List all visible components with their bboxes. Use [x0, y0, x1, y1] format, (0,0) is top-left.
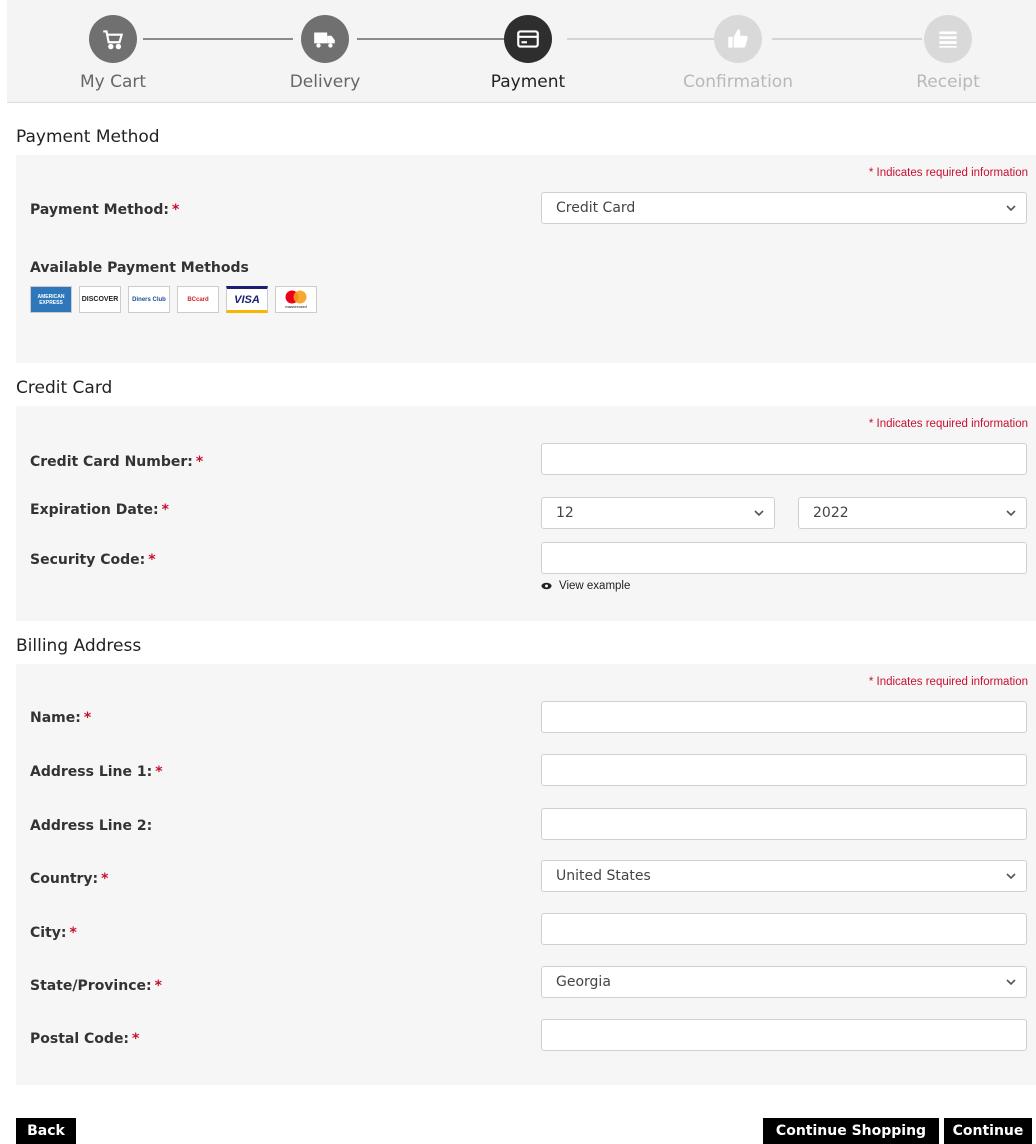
truck-icon [301, 15, 349, 63]
mastercard-circles-icon [285, 290, 307, 304]
chevron-down-icon [1006, 979, 1016, 986]
postal-code-input[interactable] [541, 1019, 1027, 1051]
list-icon [924, 15, 972, 63]
city-label: City: * [30, 925, 77, 941]
billing-address-panel: * Indicates required information Name: * … [16, 664, 1036, 1085]
thumbs-up-icon [714, 15, 762, 63]
state-province-select[interactable]: Georgia [541, 966, 1027, 998]
expiration-label: Expiration Date: * [30, 502, 169, 518]
mastercard-logo: mastercard [275, 286, 317, 313]
required-note: * Indicates required information [868, 676, 1028, 688]
available-methods-title: Available Payment Methods [30, 260, 249, 276]
chevron-down-icon [1006, 205, 1016, 212]
payment-method-label: Payment Method: * [30, 202, 180, 218]
section-title-payment-method: Payment Method [16, 127, 160, 147]
required-note: * Indicates required information [868, 167, 1028, 179]
continue-shopping-button[interactable]: Continue Shopping [763, 1118, 939, 1144]
city-input[interactable] [541, 913, 1027, 945]
required-note: * Indicates required information [868, 418, 1028, 430]
country-select[interactable]: United States [541, 860, 1027, 892]
step-label: Delivery [289, 72, 361, 92]
step-confirmation: Confirmation [658, 15, 818, 92]
step-my-cart[interactable]: My Cart [33, 15, 193, 92]
step-receipt: Receipt [868, 15, 1028, 92]
address-line-2-label: Address Line 2: [30, 818, 153, 834]
exp-year-select[interactable]: 2022 [798, 497, 1027, 529]
address-line-1-input[interactable] [541, 754, 1027, 786]
state-province-label: State/Province: * [30, 978, 162, 994]
continue-button[interactable]: Continue [944, 1118, 1032, 1144]
credit-card-icon [504, 15, 552, 63]
visa-logo: VISA [226, 286, 268, 313]
eye-icon [541, 582, 552, 590]
section-title-credit-card: Credit Card [16, 378, 113, 398]
discover-logo: DISCOVER [79, 286, 121, 313]
step-delivery[interactable]: Delivery [245, 15, 405, 92]
chevron-down-icon [754, 510, 764, 517]
bccard-logo: BCcard [177, 286, 219, 313]
payment-method-select[interactable]: Credit Card [541, 192, 1027, 224]
back-button[interactable]: Back [16, 1118, 76, 1144]
card-number-label: Credit Card Number: * [30, 454, 204, 470]
address-line-2-input[interactable] [541, 808, 1027, 840]
section-title-billing-address: Billing Address [16, 636, 142, 656]
address-line-1-label: Address Line 1: * [30, 764, 163, 780]
step-payment: Payment [448, 15, 608, 92]
step-label: Confirmation [683, 72, 793, 92]
country-label: Country: * [30, 871, 109, 887]
card-number-input[interactable] [541, 443, 1027, 475]
step-label: My Cart [79, 72, 147, 92]
step-label: Payment [490, 72, 566, 92]
cart-icon [89, 15, 137, 63]
postal-code-label: Postal Code: * [30, 1031, 140, 1047]
chevron-down-icon [1006, 873, 1016, 880]
amex-logo: AMERICAN EXPRESS [30, 286, 72, 313]
name-input[interactable] [541, 701, 1027, 733]
step-label: Receipt [916, 72, 980, 92]
exp-month-select[interactable]: 12 [541, 497, 775, 529]
checkout-stepper: My Cart Delivery Payment Confirmation Re… [7, 0, 1036, 103]
name-label: Name: * [30, 710, 92, 726]
security-code-label: Security Code: * [30, 552, 156, 568]
chevron-down-icon [1006, 510, 1016, 517]
payment-method-panel: * Indicates required information Payment… [16, 155, 1036, 363]
payment-logos: AMERICAN EXPRESS DISCOVER Diners Club BC… [30, 286, 317, 313]
diners-logo: Diners Club [128, 286, 170, 313]
view-example-link[interactable]: View example [541, 580, 630, 592]
security-code-input[interactable] [541, 542, 1027, 574]
credit-card-panel: * Indicates required information Credit … [16, 406, 1036, 621]
